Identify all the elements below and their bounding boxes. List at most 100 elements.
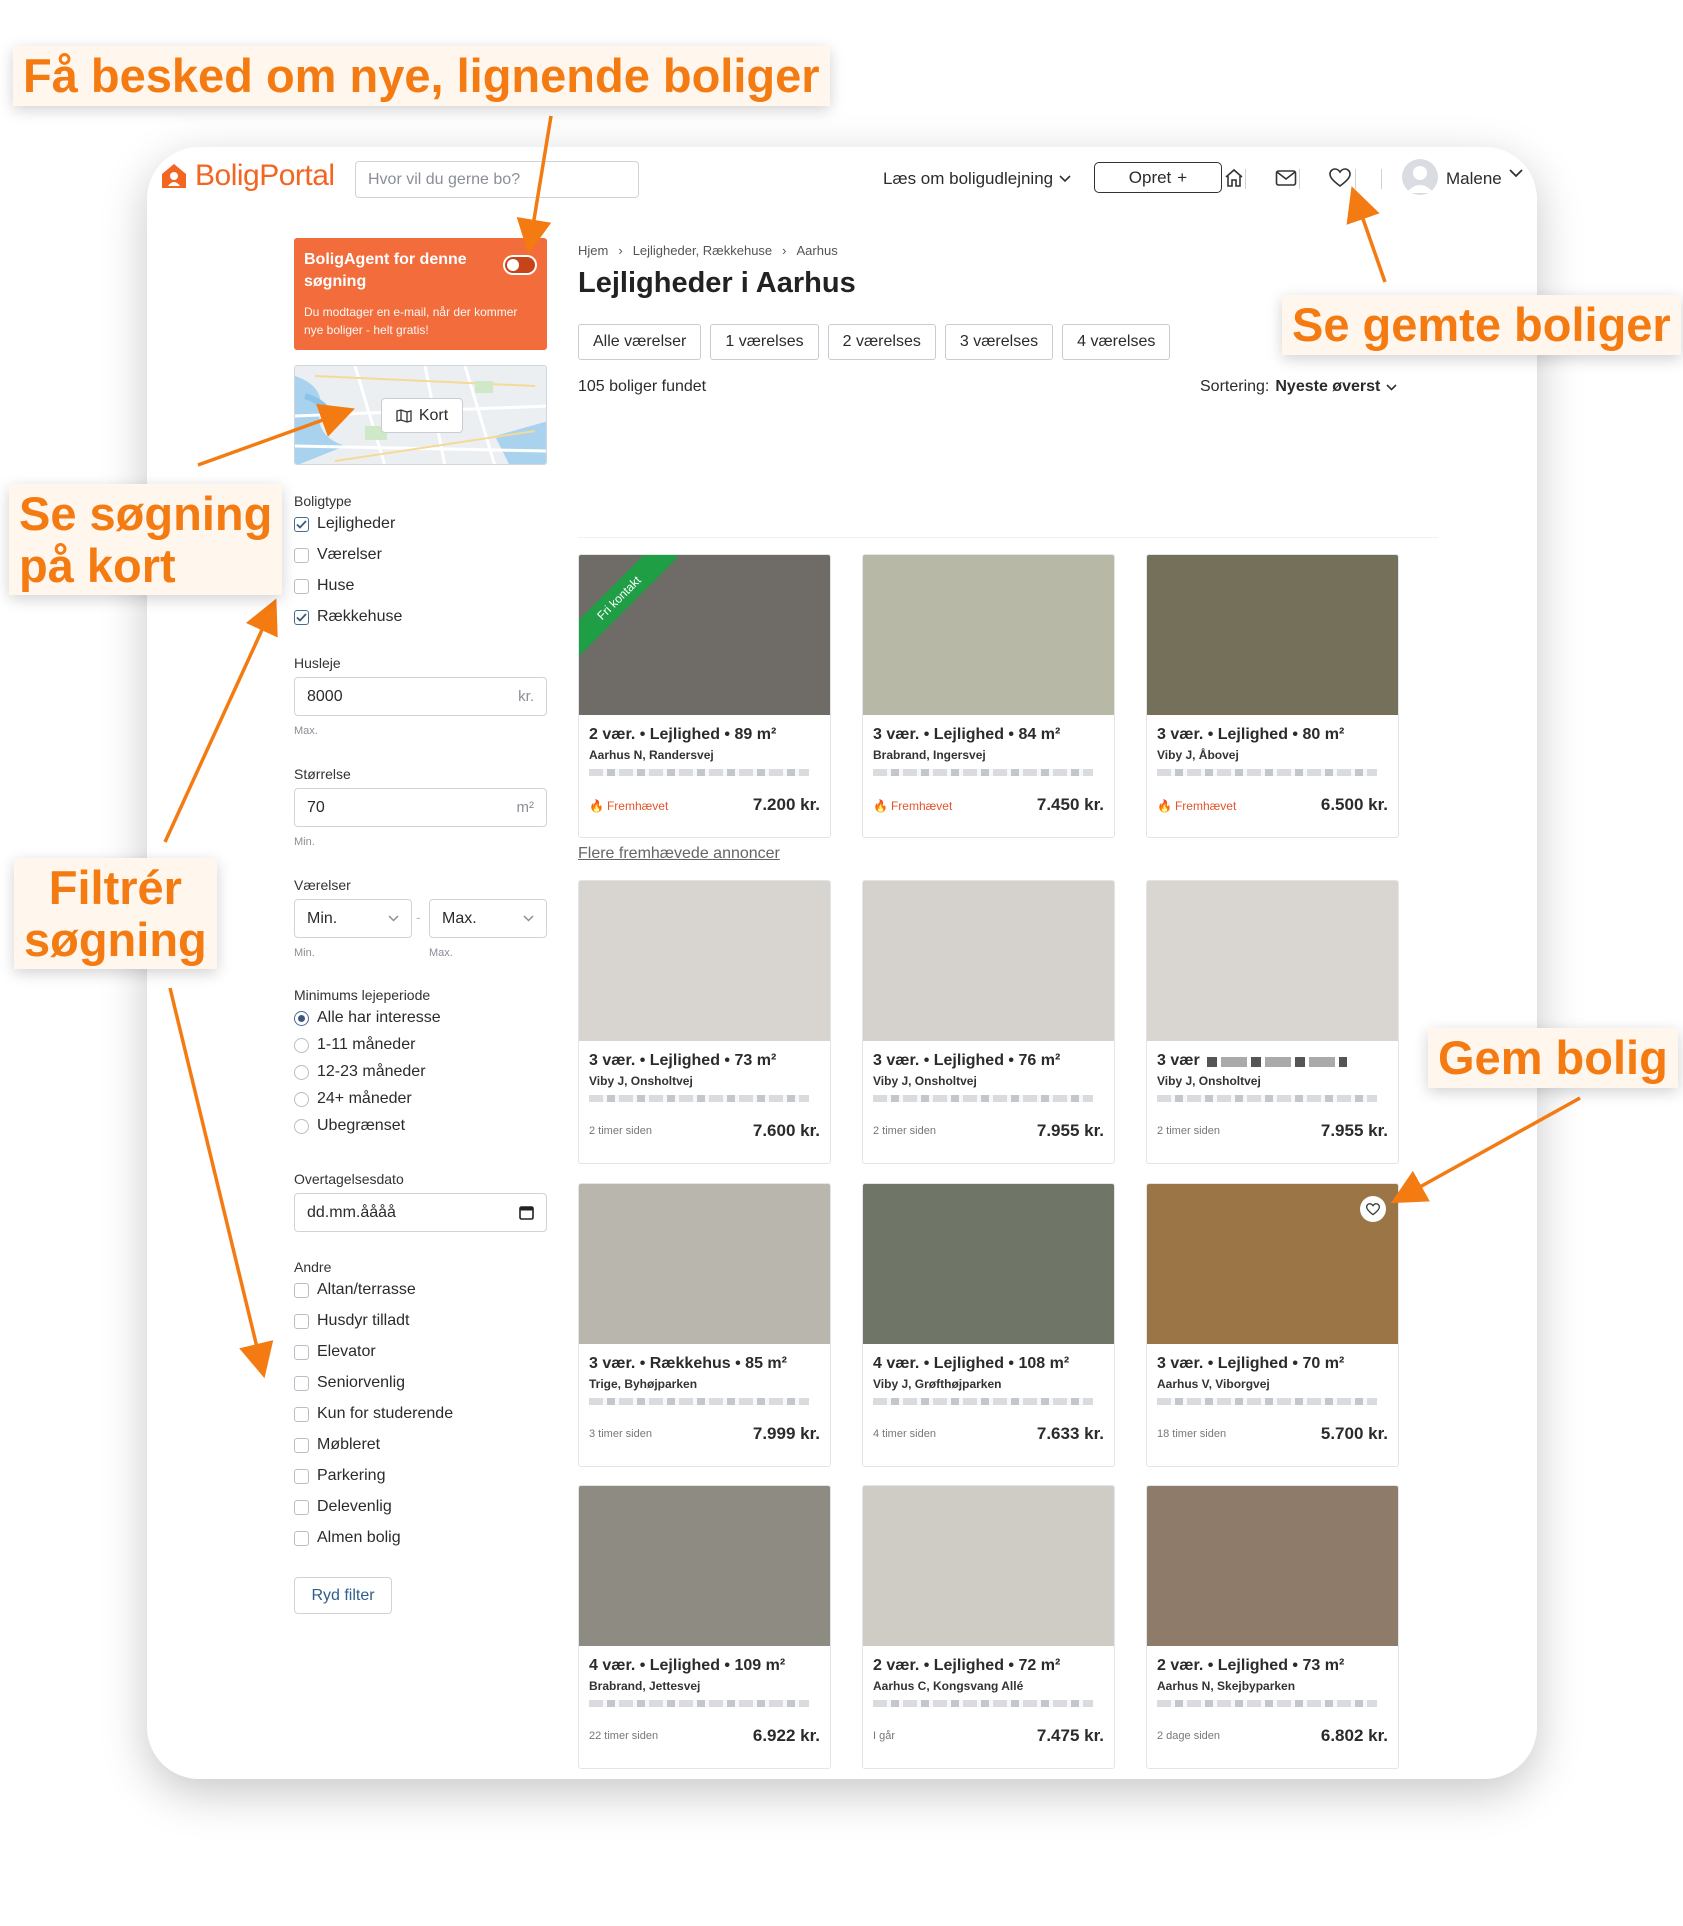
flame-icon: 🔥 (1157, 799, 1172, 813)
period-option[interactable]: Alle har interesse (294, 1009, 441, 1027)
listing-card[interactable]: 2 vær. • Lejlighed • 73 m² Aarhus N, Ske… (1146, 1485, 1399, 1769)
save-listing-button[interactable] (1360, 1196, 1386, 1222)
checkbox[interactable] (294, 578, 309, 594)
listing-card[interactable]: 3 vær. • Lejlighed • 76 m² Viby J, Onsho… (862, 880, 1115, 1164)
featured-card[interactable]: 3 vær. • Lejlighed • 84 m² Brabrand, Ing… (862, 554, 1115, 838)
listing-card[interactable]: 4 vær. • Lejlighed • 108 m² Viby J, Grøf… (862, 1183, 1115, 1467)
rent-hint: Max. (294, 725, 318, 737)
checkbox-checked[interactable] (294, 609, 309, 625)
listing-card[interactable]: 3 vær. • Lejlighed • 70 m² Aarhus V, Vib… (1146, 1183, 1399, 1467)
option-label: Værelser (317, 546, 382, 563)
logo[interactable]: BoligPortal (159, 159, 335, 193)
listing-card[interactable]: 3 vær Viby J, Onsholtvej 2 timer siden 7… (1146, 880, 1399, 1164)
option-label: Rækkehuse (317, 608, 403, 625)
home-icon[interactable] (1219, 163, 1249, 193)
breadcrumb-item[interactable]: Lejligheder, Rækkehuse (633, 243, 772, 258)
clear-filter-button[interactable]: Ryd filter (294, 1577, 392, 1614)
property-type-option[interactable]: Rækkehuse (294, 608, 402, 626)
period-option[interactable]: Ubegrænset (294, 1117, 405, 1135)
breadcrumb-item[interactable]: Hjem (578, 243, 608, 258)
other-option[interactable]: Møbleret (294, 1436, 380, 1454)
checkbox[interactable] (294, 1406, 309, 1422)
map-preview[interactable]: Kort (294, 365, 547, 465)
flame-icon: 🔥 (873, 799, 888, 813)
checkbox[interactable] (294, 1375, 309, 1391)
room-chip[interactable]: 4 værelses (1062, 324, 1171, 360)
breadcrumb-item[interactable]: Aarhus (797, 243, 838, 258)
size-value: 70 (307, 798, 325, 816)
radio[interactable] (294, 1118, 309, 1134)
map-button[interactable]: Kort (381, 398, 463, 433)
more-featured-link[interactable]: Flere fremhævede annoncer (578, 845, 780, 863)
avatar[interactable] (1402, 159, 1438, 195)
other-option[interactable]: Seniorvenlig (294, 1374, 405, 1392)
featured-card[interactable]: Fri kontakt 2 vær. • Lejlighed • 89 m² A… (578, 554, 831, 838)
listing-title: 3 vær (1157, 1052, 1200, 1069)
property-type-option[interactable]: Værelser (294, 546, 382, 564)
other-option[interactable]: Husdyr tilladt (294, 1312, 409, 1330)
option-label: Elevator (317, 1343, 376, 1360)
period-option[interactable]: 24+ måneder (294, 1090, 412, 1108)
checkbox[interactable] (294, 1499, 309, 1515)
featured-badge: 🔥 Fremhævet (589, 799, 669, 813)
other-option[interactable]: Almen bolig (294, 1529, 401, 1547)
create-button[interactable]: Opret + (1094, 162, 1222, 193)
property-type-option[interactable]: Lejligheder (294, 515, 395, 533)
room-chip[interactable]: 3 værelses (944, 324, 1054, 360)
period-option[interactable]: 12-23 måneder (294, 1063, 426, 1081)
other-option[interactable]: Altan/terrasse (294, 1281, 416, 1299)
checkbox[interactable] (294, 547, 309, 563)
listing-photo (579, 881, 830, 1041)
period-option[interactable]: 1-11 måneder (294, 1036, 415, 1054)
featured-card[interactable]: 3 vær. • Lejlighed • 80 m² Viby J, Åbove… (1146, 554, 1399, 838)
listing-time: 18 timer siden (1157, 1428, 1227, 1440)
listing-title: 3 vær. • Lejlighed • 76 m² (873, 1052, 1061, 1069)
radio[interactable] (294, 1064, 309, 1080)
user-name[interactable]: Malene (1446, 169, 1502, 189)
agent-toggle[interactable] (503, 255, 537, 275)
listing-card[interactable]: 2 vær. • Lejlighed • 72 m² Aarhus C, Kon… (862, 1485, 1115, 1769)
other-option[interactable]: Parkering (294, 1467, 385, 1485)
mail-icon[interactable] (1271, 163, 1301, 193)
property-type-option[interactable]: Huse (294, 577, 354, 595)
checkbox[interactable] (294, 1344, 309, 1360)
other-option[interactable]: Elevator (294, 1343, 376, 1361)
checkbox[interactable] (294, 1468, 309, 1484)
listing-description-blurred (873, 1700, 1093, 1707)
room-chip[interactable]: 2 værelses (827, 324, 936, 360)
map-icon (396, 408, 412, 423)
search-input[interactable] (355, 161, 639, 198)
header-divider (1381, 169, 1382, 189)
checkbox[interactable] (294, 1530, 309, 1546)
listing-card[interactable]: 4 vær. • Lejlighed • 109 m² Brabrand, Je… (578, 1485, 831, 1769)
listing-card[interactable]: 3 vær. • Lejlighed • 73 m² Viby J, Onsho… (578, 880, 831, 1164)
checkbox[interactable] (294, 1282, 309, 1298)
rooms-min-select[interactable]: Min. (294, 899, 412, 938)
learn-menu[interactable]: Læs om boligudlejning (883, 169, 1071, 189)
listing-price: 7.200 kr. (752, 795, 820, 814)
radio-checked[interactable] (294, 1010, 309, 1026)
room-chip[interactable]: 1 værelses (710, 324, 819, 360)
radio[interactable] (294, 1037, 309, 1053)
calendar-icon[interactable] (519, 1205, 534, 1220)
option-label: 24+ måneder (317, 1090, 412, 1107)
annotation-filter: Filtrér søgning (14, 858, 217, 970)
chevron-down-icon[interactable] (1509, 169, 1523, 178)
option-label: Ubegrænset (317, 1117, 406, 1134)
checkbox-checked[interactable] (294, 516, 309, 532)
rooms-max-select[interactable]: Max. (429, 899, 547, 938)
listing-price: 7.999 kr. (752, 1424, 820, 1443)
rent-input[interactable]: 8000 kr. (294, 677, 547, 716)
other-option[interactable]: Delevenlig (294, 1498, 392, 1516)
size-input[interactable]: 70 m² (294, 788, 547, 827)
radio[interactable] (294, 1091, 309, 1107)
date-input[interactable]: dd.mm.åååå (294, 1193, 547, 1232)
room-chip[interactable]: Alle værelser (578, 324, 702, 360)
other-option[interactable]: Kun for studerende (294, 1405, 453, 1423)
sort-select[interactable]: Sortering: Nyeste øverst (1200, 378, 1397, 396)
checkbox[interactable] (294, 1437, 309, 1453)
heart-icon[interactable] (1325, 163, 1355, 193)
listing-photo (863, 881, 1114, 1041)
listing-card[interactable]: 3 vær. • Rækkehus • 85 m² Trige, Byhøjpa… (578, 1183, 831, 1467)
checkbox[interactable] (294, 1313, 309, 1329)
